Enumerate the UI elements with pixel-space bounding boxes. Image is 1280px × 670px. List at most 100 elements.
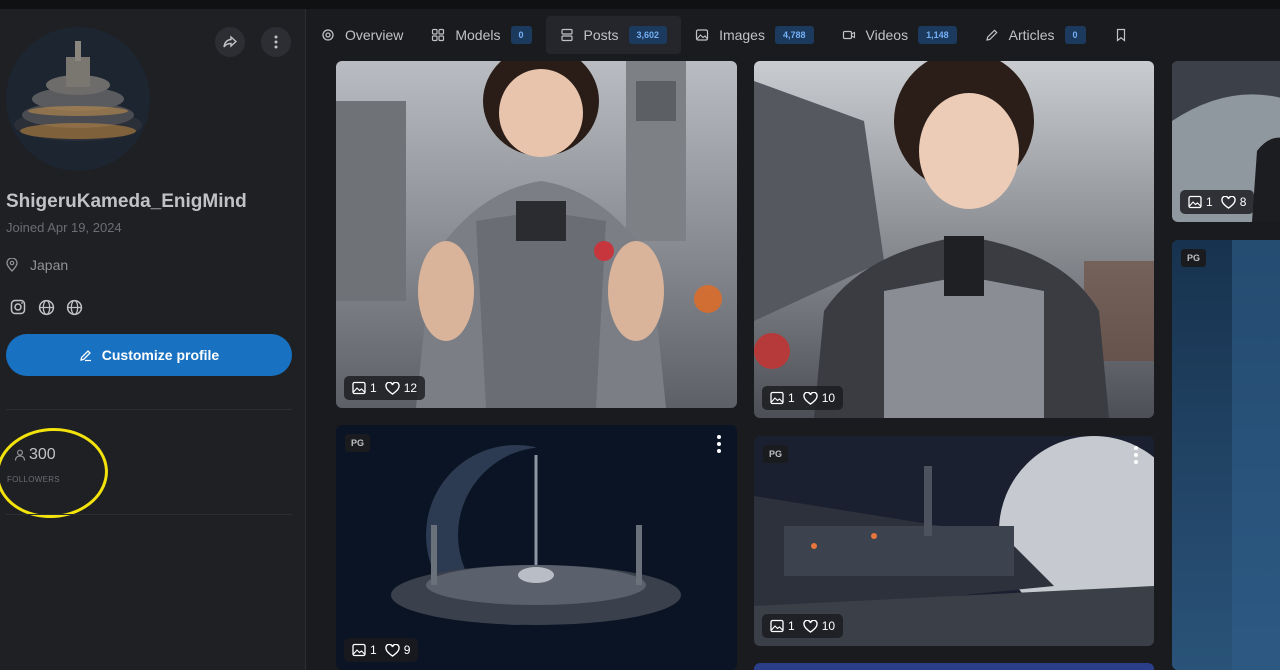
pencil-icon [985, 28, 999, 42]
gear-icon [321, 28, 335, 42]
image-count-value: 1 [788, 619, 795, 633]
rating-badge: PG [345, 434, 371, 452]
post-stats: 1 8 [1180, 190, 1255, 214]
heart-icon [384, 381, 400, 395]
instagram-link[interactable] [9, 298, 27, 316]
like-count-value: 12 [403, 381, 418, 395]
image-icon [770, 391, 784, 405]
location-pin-icon [6, 258, 18, 272]
image-icon [1188, 195, 1202, 209]
like-count[interactable]: 10 [802, 619, 836, 633]
heart-icon [802, 619, 818, 633]
like-count-value: 10 [821, 391, 836, 405]
instagram-icon [10, 299, 26, 315]
post-card[interactable]: PG 1 10 [754, 436, 1154, 646]
image-icon [352, 381, 366, 395]
more-options-button[interactable] [261, 27, 291, 57]
tab-bookmarks[interactable] [1100, 16, 1142, 54]
rating-badge: PG [763, 445, 789, 463]
posts-grid: 1 12 1 10 1 8 PG 1 9 PG 1 10 PG [307, 61, 1280, 670]
sidebar-divider [6, 409, 292, 410]
image-icon [770, 619, 784, 633]
like-count-value: 10 [821, 619, 836, 633]
image-count-value: 1 [1206, 195, 1213, 209]
image-count: 1 [352, 643, 377, 657]
social-links [9, 298, 83, 316]
post-card[interactable]: PG [1172, 240, 1280, 670]
like-count[interactable]: 10 [802, 391, 836, 405]
post-card[interactable]: 1 8 [1172, 61, 1280, 222]
image-count-value: 1 [788, 391, 795, 405]
profile-tabs: Overview Models 0 Posts 3,602 Images 4,7… [307, 9, 1280, 61]
like-count[interactable]: 8 [1220, 195, 1247, 209]
tab-articles[interactable]: Articles 0 [971, 16, 1100, 54]
annotation-circle [0, 424, 112, 522]
post-menu-button[interactable] [717, 435, 721, 453]
image-count: 1 [1188, 195, 1213, 209]
tab-videos[interactable]: Videos 1,148 [828, 16, 971, 54]
customize-profile-button[interactable]: Customize profile [6, 334, 292, 376]
tab-images-label: Images [719, 27, 765, 43]
image-count: 1 [770, 391, 795, 405]
image-icon [352, 643, 366, 657]
space-station-avatar-art [6, 27, 150, 171]
post-stats: 1 10 [762, 386, 844, 410]
heart-icon [802, 391, 818, 405]
heart-icon [384, 643, 400, 657]
post-stats: 1 12 [344, 376, 426, 400]
website-link-1[interactable] [37, 298, 55, 316]
video-icon [842, 28, 856, 42]
tab-posts[interactable]: Posts 3,602 [545, 16, 682, 54]
bookmark-icon [1114, 28, 1128, 42]
pencil-icon [79, 349, 91, 361]
window-top-strip [0, 0, 1280, 9]
image-count: 1 [352, 381, 377, 395]
image-count: 1 [770, 619, 795, 633]
tab-images[interactable]: Images 4,788 [681, 16, 827, 54]
posts-icon [560, 28, 574, 42]
post-card[interactable]: 1 12 [336, 61, 737, 408]
tab-overview-label: Overview [345, 27, 404, 43]
heart-icon [1220, 195, 1236, 209]
customize-profile-label: Customize profile [101, 347, 220, 363]
models-icon [431, 28, 445, 42]
tab-models-label: Models [455, 27, 501, 43]
tab-articles-count: 0 [1064, 26, 1086, 44]
avatar[interactable] [6, 27, 150, 171]
tab-articles-label: Articles [1008, 27, 1055, 43]
post-card[interactable] [754, 663, 1154, 670]
share-icon [223, 35, 237, 48]
website-link-2[interactable] [65, 298, 83, 316]
post-stats: 1 9 [344, 638, 419, 662]
tab-videos-count: 1,148 [918, 26, 957, 44]
rating-badge: PG [1181, 249, 1207, 267]
post-image-space-station [336, 425, 737, 670]
tab-posts-count: 3,602 [628, 26, 668, 44]
post-menu-button[interactable] [1134, 446, 1138, 464]
like-count[interactable]: 12 [384, 381, 418, 395]
globe-icon [66, 299, 82, 315]
username: ShigeruKameda_EnigMind [6, 191, 247, 212]
globe-icon [38, 299, 54, 315]
tab-videos-label: Videos [865, 27, 909, 43]
image-icon [695, 28, 709, 42]
profile-sidebar: ShigeruKameda_EnigMind Joined Apr 19, 20… [0, 9, 306, 670]
post-card[interactable]: PG 1 9 [336, 425, 737, 670]
location-text: Japan [30, 257, 69, 273]
location: Japan [6, 257, 68, 273]
tab-overview[interactable]: Overview [307, 16, 417, 54]
kebab-icon [274, 35, 278, 49]
post-image-pilot-woman [336, 61, 737, 408]
post-stats: 1 10 [762, 614, 844, 638]
share-button[interactable] [215, 27, 245, 57]
post-image-partial [1172, 240, 1280, 670]
like-count[interactable]: 9 [384, 643, 410, 657]
like-count-value: 8 [1239, 195, 1247, 209]
tab-posts-label: Posts [583, 27, 619, 43]
post-image-pilot-woman [754, 61, 1154, 418]
image-count-value: 1 [370, 643, 377, 657]
tab-models[interactable]: Models 0 [417, 16, 545, 54]
image-count-value: 1 [370, 381, 377, 395]
post-card[interactable]: 1 10 [754, 61, 1154, 418]
tab-models-count: 0 [510, 26, 532, 44]
